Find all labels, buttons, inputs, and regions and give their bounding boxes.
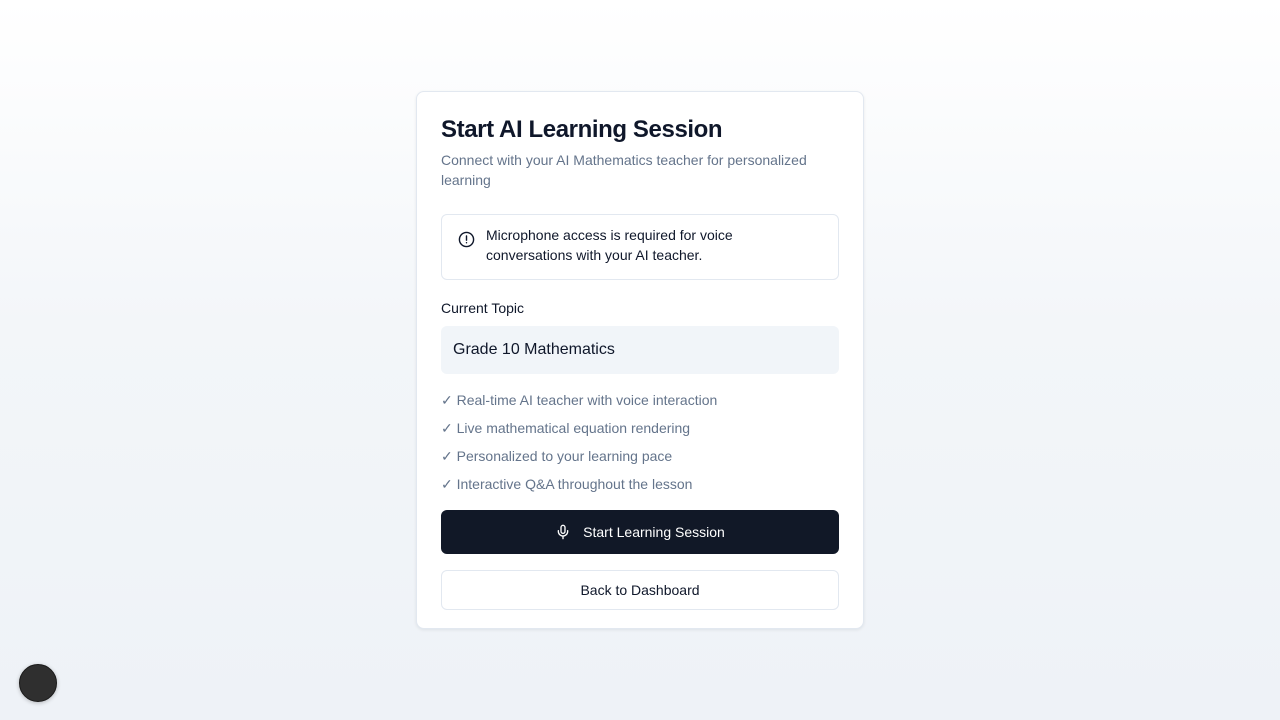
list-item: ✓ Real-time AI teacher with voice intera…: [441, 392, 718, 408]
start-session-label: Start Learning Session: [583, 524, 725, 540]
page-subtitle: Connect with your AI Mathematics teacher…: [441, 152, 807, 188]
alert-circle-icon: [458, 231, 475, 248]
list-item: ✓ Live mathematical equation rendering: [441, 420, 691, 436]
floating-action-button[interactable]: [19, 664, 57, 702]
topic-value: Grade 10 Mathematics: [441, 326, 839, 374]
list-item: ✓ Interactive Q&A throughout the lesson: [441, 476, 693, 492]
topic-label: Current Topic: [441, 300, 525, 316]
microphone-alert: Microphone access is required for voice …: [441, 214, 839, 280]
session-card: Start AI Learning Session Connect with y…: [416, 91, 864, 629]
alert-text: Microphone access is required for voice …: [486, 227, 733, 263]
back-to-dashboard-button[interactable]: Back to Dashboard: [441, 570, 839, 610]
microphone-icon: [555, 524, 571, 540]
start-session-button[interactable]: Start Learning Session: [441, 510, 839, 554]
page-title: Start AI Learning Session: [441, 116, 723, 143]
feature-list: ✓ Real-time AI teacher with voice intera…: [441, 390, 839, 494]
list-item: ✓ Personalized to your learning pace: [441, 448, 673, 464]
